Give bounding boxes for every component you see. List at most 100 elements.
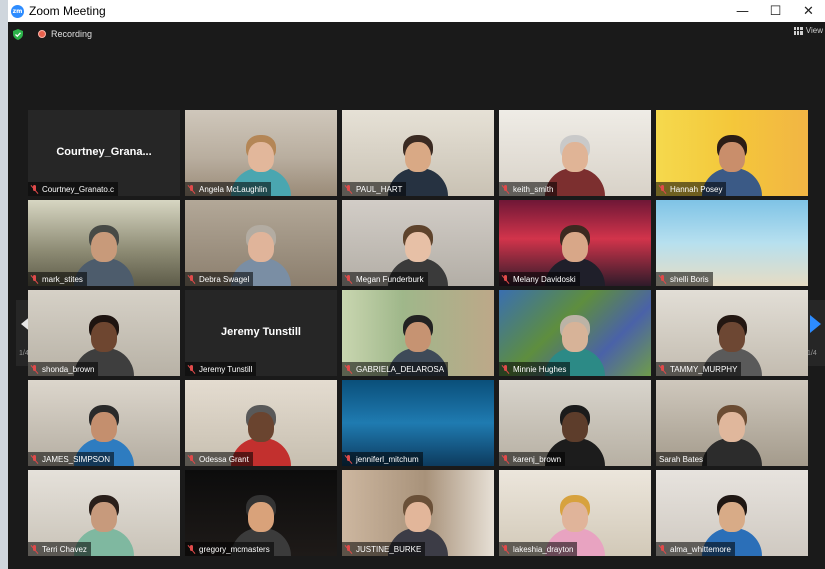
mic-muted-icon <box>345 364 353 374</box>
participant-nameplate: PAUL_HART <box>342 182 407 196</box>
mic-muted-icon <box>502 544 510 554</box>
participant-tile[interactable]: Sarah Bates <box>656 380 808 466</box>
participant-nameplate: JUSTINE_BURKE <box>342 542 426 556</box>
mic-muted-icon <box>31 364 39 374</box>
participant-name: shelli Boris <box>670 274 709 284</box>
participant-nameplate: Jeremy Tunstill <box>185 362 257 376</box>
participant-nameplate: alma_whittemore <box>656 542 735 556</box>
mic-muted-icon <box>659 364 667 374</box>
participant-name: PAUL_HART <box>356 184 403 194</box>
participant-nameplate: keith_smith <box>499 182 558 196</box>
participant-nameplate: Megan Funderburk <box>342 272 428 286</box>
participant-nameplate: lakeshia_drayton <box>499 542 578 556</box>
participant-nameplate: Terri Chavez <box>28 542 91 556</box>
participant-name: gregory_mcmasters <box>199 544 270 554</box>
participant-name: Hannah Posey <box>670 184 723 194</box>
participant-nameplate: Debra Swagel <box>185 272 254 286</box>
participant-name: Megan Funderburk <box>356 274 424 284</box>
mic-muted-icon <box>502 184 510 194</box>
participant-nameplate: TAMMY_MURPHY <box>656 362 742 376</box>
mic-muted-icon <box>188 544 196 554</box>
participant-display-name: Jeremy Tunstill <box>221 326 301 338</box>
window-controls: — ☐ ✕ <box>726 0 825 22</box>
recording-icon <box>38 30 46 38</box>
participant-tile[interactable]: jenniferl_mitchum <box>342 380 494 466</box>
participant-tile[interactable]: JUSTINE_BURKE <box>342 470 494 556</box>
mic-muted-icon <box>31 544 39 554</box>
grid-icon <box>793 26 803 35</box>
participant-tile[interactable]: Courtney_Grana... Courtney_Granato.c <box>28 110 180 196</box>
mic-muted-icon <box>659 544 667 554</box>
mic-muted-icon <box>188 364 196 374</box>
participant-name: Courtney_Granato.c <box>42 184 115 194</box>
participant-name: Melany Davidoski <box>513 274 576 284</box>
participant-tile[interactable]: karenj_brown <box>499 380 651 466</box>
mic-muted-icon <box>502 364 510 374</box>
participant-tile[interactable]: Odessa Grant <box>185 380 337 466</box>
mic-muted-icon <box>345 184 353 194</box>
participant-tile[interactable]: TAMMY_MURPHY <box>656 290 808 376</box>
participant-tile[interactable]: PAUL_HART <box>342 110 494 196</box>
participant-name: Angela McLaughlin <box>199 184 268 194</box>
participant-tile[interactable]: Terri Chavez <box>28 470 180 556</box>
participant-name: Terri Chavez <box>42 544 87 554</box>
participant-name: Odessa Grant <box>199 454 249 464</box>
mic-muted-icon <box>31 274 39 284</box>
participant-tile[interactable]: shelli Boris <box>656 200 808 286</box>
mic-muted-icon <box>345 454 353 464</box>
participant-nameplate: karenj_brown <box>499 452 566 466</box>
mic-muted-icon <box>31 454 39 464</box>
participant-tile[interactable]: Melany Davidoski <box>499 200 651 286</box>
view-label: View <box>805 26 823 35</box>
mic-muted-icon <box>659 274 667 284</box>
mic-muted-icon <box>188 184 196 194</box>
participant-nameplate: jenniferl_mitchum <box>342 452 423 466</box>
close-button[interactable]: ✕ <box>792 0 825 22</box>
participant-nameplate: Hannah Posey <box>656 182 727 196</box>
participant-name: Debra Swagel <box>199 274 250 284</box>
participant-name: mark_stites <box>42 274 83 284</box>
participant-name: keith_smith <box>513 184 554 194</box>
participant-nameplate: shonda_brown <box>28 362 99 376</box>
shield-check-icon[interactable] <box>13 28 23 40</box>
participant-tile[interactable]: Hannah Posey <box>656 110 808 196</box>
minimize-button[interactable]: — <box>726 0 759 22</box>
participant-tile[interactable]: gregory_mcmasters <box>185 470 337 556</box>
participant-name: shonda_brown <box>42 364 95 374</box>
zoom-window: zm Zoom Meeting — ☐ ✕ Recording View 1/4… <box>8 0 825 569</box>
mic-muted-icon <box>345 544 353 554</box>
participant-name: karenj_brown <box>513 454 562 464</box>
participant-tile[interactable]: Megan Funderburk <box>342 200 494 286</box>
participant-display-name: Courtney_Grana... <box>56 146 152 158</box>
participant-tile[interactable]: GABRIELA_DELAROSA <box>342 290 494 376</box>
participant-name: lakeshia_drayton <box>513 544 574 554</box>
participant-nameplate: Angela McLaughlin <box>185 182 272 196</box>
title-bar: zm Zoom Meeting — ☐ ✕ <box>8 0 825 22</box>
participant-nameplate: Courtney_Granato.c <box>28 182 119 196</box>
maximize-button[interactable]: ☐ <box>759 0 792 22</box>
participant-tile[interactable]: Jeremy Tunstill Jeremy Tunstill <box>185 290 337 376</box>
participant-tile[interactable]: lakeshia_drayton <box>499 470 651 556</box>
mic-muted-icon <box>345 274 353 284</box>
participant-tile[interactable]: JAMES_SIMPSON <box>28 380 180 466</box>
participant-tile[interactable]: alma_whittemore <box>656 470 808 556</box>
mic-muted-icon <box>188 454 196 464</box>
participant-name: Jeremy Tunstill <box>199 364 253 374</box>
participant-nameplate: GABRIELA_DELAROSA <box>342 362 449 376</box>
participant-tile[interactable]: Minnie Hughes <box>499 290 651 376</box>
participant-nameplate: gregory_mcmasters <box>185 542 274 556</box>
view-button[interactable]: View <box>793 26 823 35</box>
participant-tile[interactable]: shonda_brown <box>28 290 180 376</box>
mic-muted-icon <box>31 184 39 194</box>
participant-nameplate: JAMES_SIMPSON <box>28 452 115 466</box>
participant-tile[interactable]: Debra Swagel <box>185 200 337 286</box>
recording-label[interactable]: Recording <box>51 29 92 39</box>
chevron-right-icon[interactable] <box>810 315 821 333</box>
participant-tile[interactable]: Angela McLaughlin <box>185 110 337 196</box>
participant-name: Minnie Hughes <box>513 364 567 374</box>
participant-name: TAMMY_MURPHY <box>670 364 738 374</box>
participant-name: JUSTINE_BURKE <box>356 544 422 554</box>
mic-muted-icon <box>188 274 196 284</box>
participant-tile[interactable]: mark_stites <box>28 200 180 286</box>
participant-tile[interactable]: keith_smith <box>499 110 651 196</box>
